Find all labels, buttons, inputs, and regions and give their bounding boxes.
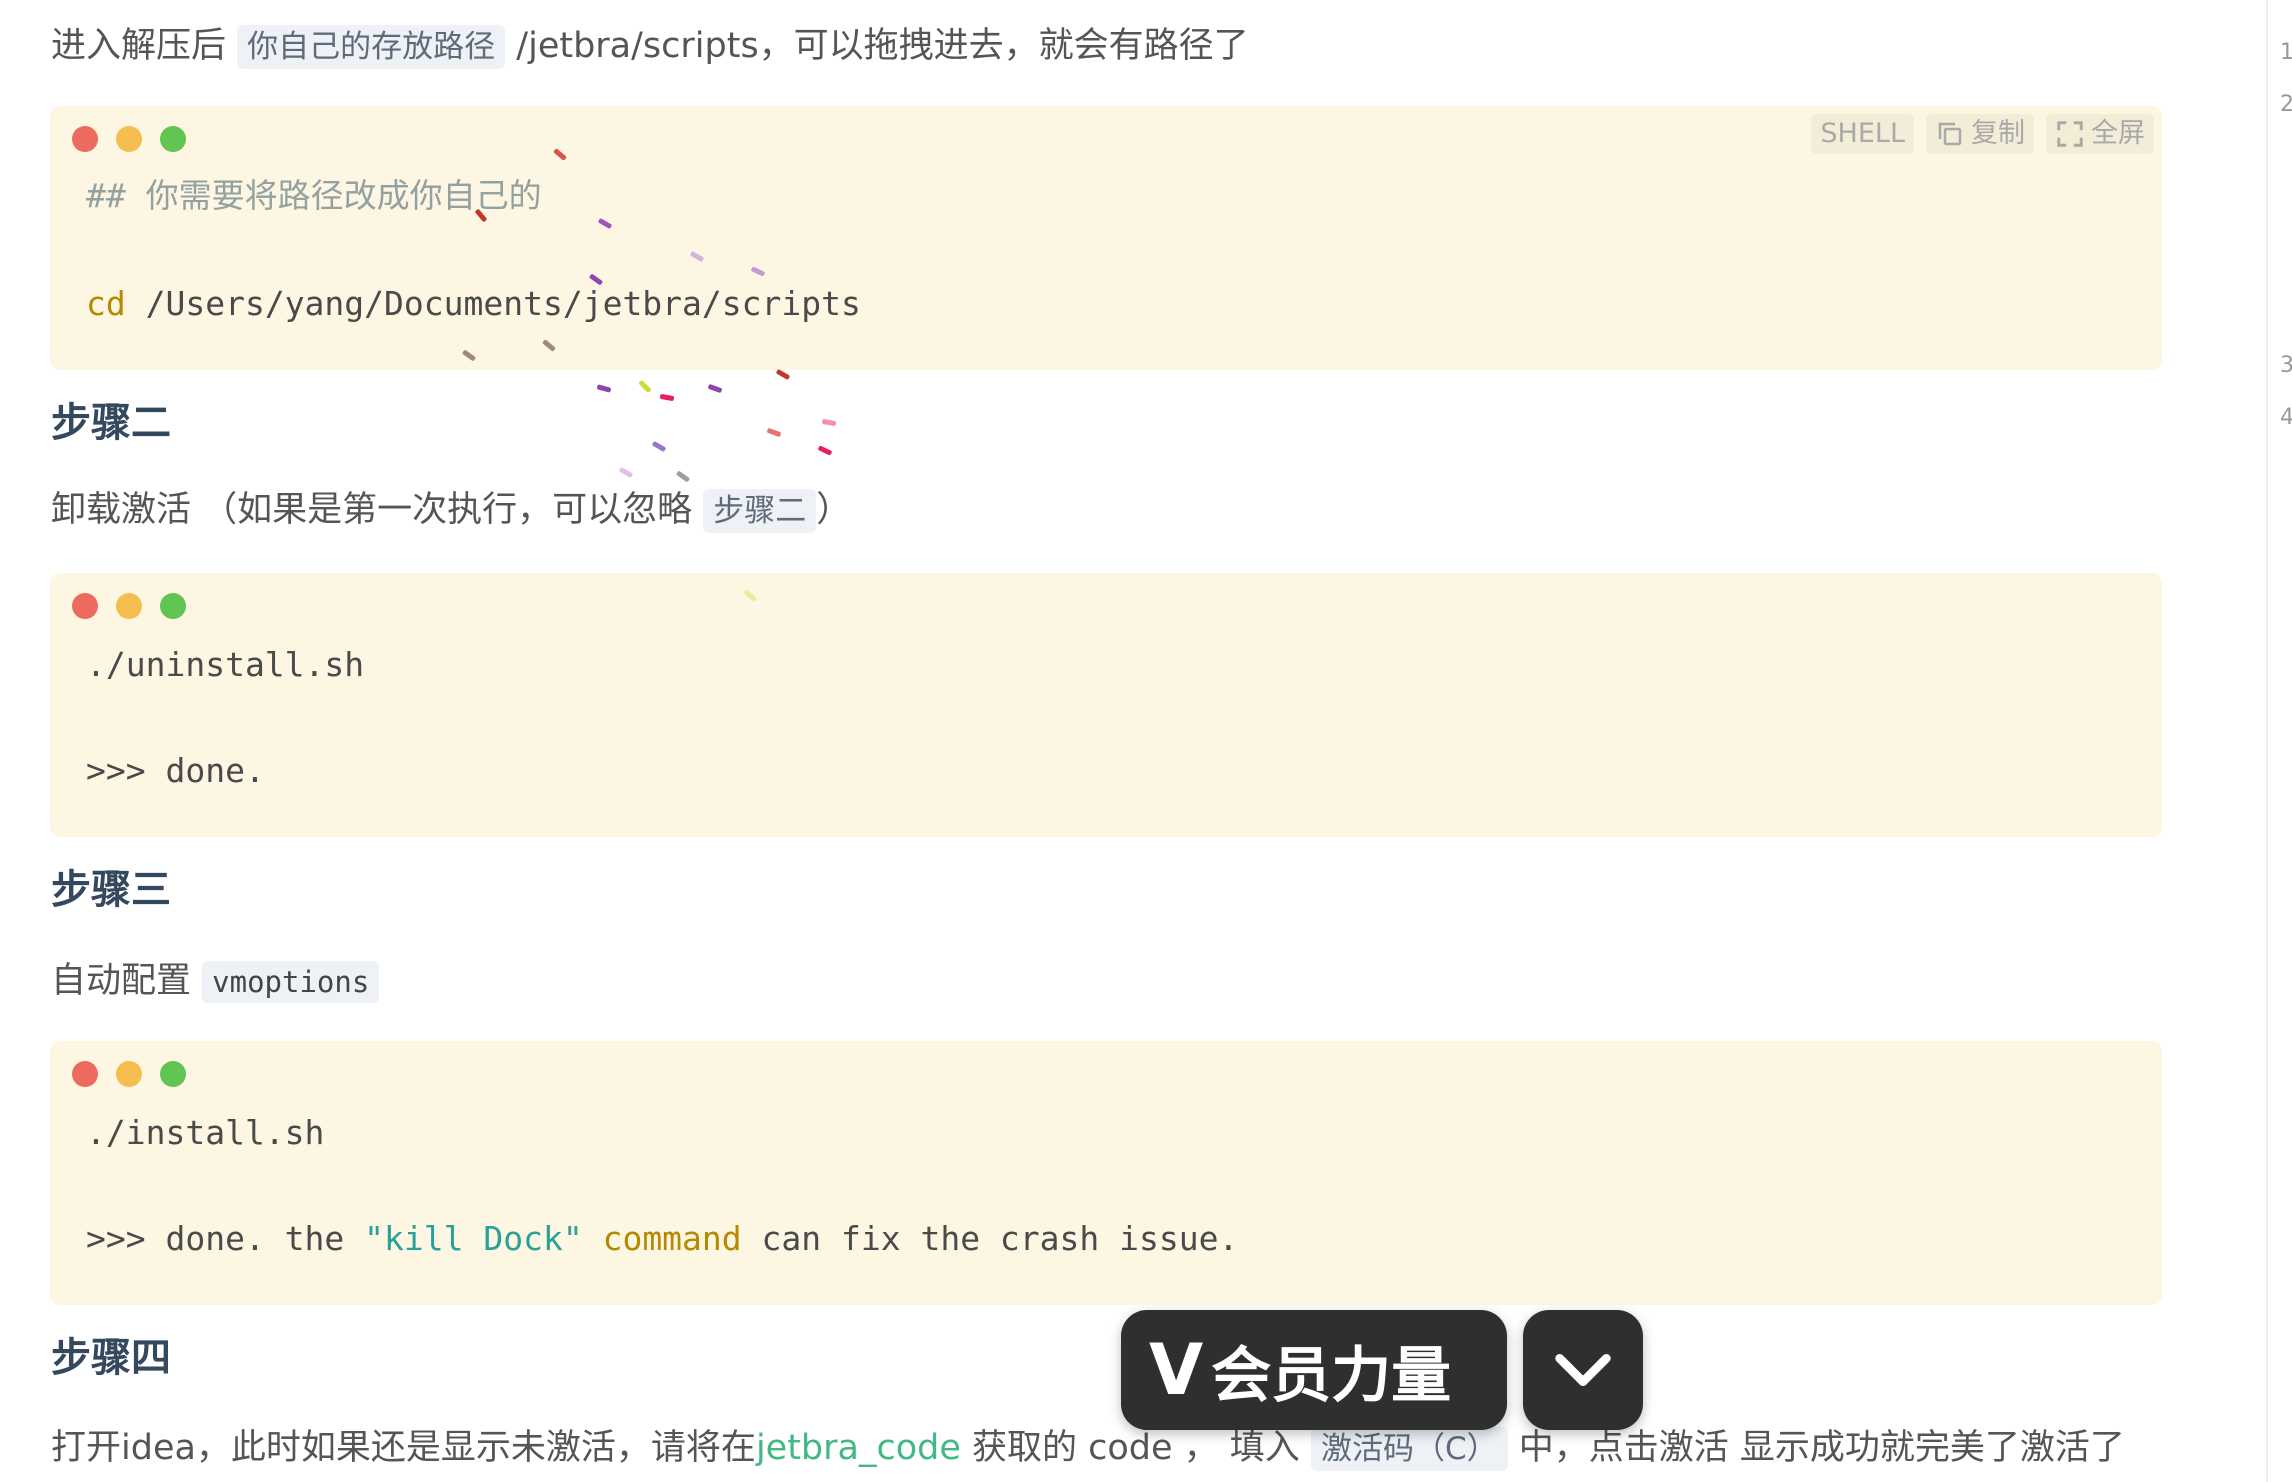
step3-description: 自动配置 vmoptions xyxy=(51,957,380,1006)
fullscreen-icon xyxy=(2057,121,2083,147)
confetti-piece xyxy=(817,445,833,456)
comment-hash: ## xyxy=(86,176,126,215)
step4-inline-code: 激活码（C） xyxy=(1310,1427,1508,1471)
step2-desc-prefix: 卸载激活 （如果是第一次执行，可以忽略 xyxy=(51,490,693,530)
step4-desc-c: 中，点击激活 显示成功就完美了激活了 xyxy=(1518,1428,2125,1468)
output-prefix: >>> done. the xyxy=(86,1219,365,1258)
outline-number[interactable]: 4 xyxy=(2280,405,2292,430)
window-dots xyxy=(72,593,186,619)
output-suffix: can fix the crash issue. xyxy=(741,1219,1239,1258)
confetti-piece xyxy=(596,384,612,393)
step4-description: 打开idea，此时如果还是显示未激活，请将在jetbra_code 获取的 co… xyxy=(51,1424,2125,1473)
step4-heading: 步骤四 xyxy=(51,1335,171,1381)
cd-path: /Users/yang/Documents/jetbra/scripts xyxy=(125,284,861,323)
vip-logo-icon: V xyxy=(1149,1329,1204,1411)
minimize-dot xyxy=(116,126,142,152)
close-dot xyxy=(72,1061,98,1087)
code-line-install: ./install.sh xyxy=(86,1113,325,1152)
collapse-down-button[interactable] xyxy=(1523,1310,1643,1430)
copy-label: 复制 xyxy=(1971,118,2025,149)
close-dot xyxy=(72,126,98,152)
cd-keyword: cd xyxy=(86,284,126,323)
window-dots xyxy=(72,1061,186,1087)
confetti-piece xyxy=(651,440,667,453)
code-block-2: ./uninstall.sh >>> done. xyxy=(50,573,2162,837)
step3-desc-prefix: 自动配置 xyxy=(51,961,192,1001)
confetti-piece xyxy=(659,393,675,402)
code-line-install-output: >>> done. the "kill Dock" command can fi… xyxy=(86,1217,1238,1261)
step2-heading: 步骤二 xyxy=(51,400,171,446)
minimize-dot xyxy=(116,1061,142,1087)
maximize-dot xyxy=(160,1061,186,1087)
window-dots xyxy=(72,126,186,152)
confetti-piece xyxy=(618,466,634,479)
outline-number[interactable]: 1 xyxy=(2280,40,2292,65)
intro-prefix: 进入解压后 xyxy=(51,26,227,66)
vip-label: 会员力量 xyxy=(1211,1340,1452,1411)
output-string: "kill Dock" xyxy=(364,1219,583,1258)
copy-button[interactable]: 复制 xyxy=(1926,114,2034,154)
fullscreen-label: 全屏 xyxy=(2091,118,2145,149)
comment-text: 你需要将路径改成你自己的 xyxy=(145,176,542,215)
fullscreen-button[interactable]: 全屏 xyxy=(2046,114,2154,154)
confetti-piece xyxy=(775,368,791,381)
confetti-piece xyxy=(707,383,723,394)
code-line-cd: cd /Users/yang/Documents/jetbra/scripts xyxy=(86,282,861,326)
outline-number[interactable]: 2 xyxy=(2280,92,2292,117)
intro-suffix: /jetbra/scripts，可以拖拽进去，就会有路径了 xyxy=(516,26,1249,66)
intro-paragraph: 进入解压后 你自己的存放路径 /jetbra/scripts，可以拖拽进去，就会… xyxy=(51,22,1249,71)
language-badge: SHELL xyxy=(1811,114,1914,154)
minimize-dot xyxy=(116,593,142,619)
confetti-piece xyxy=(766,427,782,438)
code-block-1: SHELL 复制 全屏 ## 你需要将路径改成你自己的 cd /Users/ya… xyxy=(50,106,2162,370)
right-scroll-divider xyxy=(2266,0,2268,1482)
code-toolbar: SHELL 复制 全屏 xyxy=(1811,114,2154,154)
confetti-piece xyxy=(675,470,691,483)
jetbra-code-link[interactable]: jetbra_code xyxy=(756,1428,961,1468)
confetti-piece xyxy=(821,418,837,427)
step2-desc-suffix: ） xyxy=(816,490,852,530)
intro-inline-code: 你自己的存放路径 xyxy=(237,25,506,69)
step3-inline-code: vmoptions xyxy=(202,961,380,1003)
step4-desc-b: 获取的 code ， 填入 xyxy=(960,1428,1300,1468)
step3-heading: 步骤三 xyxy=(51,867,171,913)
copy-icon xyxy=(1938,122,1962,146)
maximize-dot xyxy=(160,593,186,619)
chevron-down-icon xyxy=(1555,1353,1611,1387)
code-line-done: >>> done. xyxy=(86,751,265,790)
output-keyword: command xyxy=(602,1219,742,1258)
step2-description: 卸载激活 （如果是第一次执行，可以忽略 步骤二） xyxy=(51,486,851,535)
maximize-dot xyxy=(160,126,186,152)
outline-number[interactable]: 3 xyxy=(2280,353,2292,378)
code-line-comment: ## 你需要将路径改成你自己的 xyxy=(86,174,542,218)
close-dot xyxy=(72,593,98,619)
step4-desc-a: 打开idea，此时如果还是显示未激活，请将在 xyxy=(51,1428,756,1468)
vip-member-button[interactable]: V 会员力量 xyxy=(1121,1310,1507,1430)
code-block-3: ./install.sh >>> done. the "kill Dock" c… xyxy=(50,1041,2162,1305)
code-line-uninstall: ./uninstall.sh xyxy=(86,645,365,684)
step2-inline-code: 步骤二 xyxy=(703,489,817,533)
confetti-piece xyxy=(638,379,652,394)
